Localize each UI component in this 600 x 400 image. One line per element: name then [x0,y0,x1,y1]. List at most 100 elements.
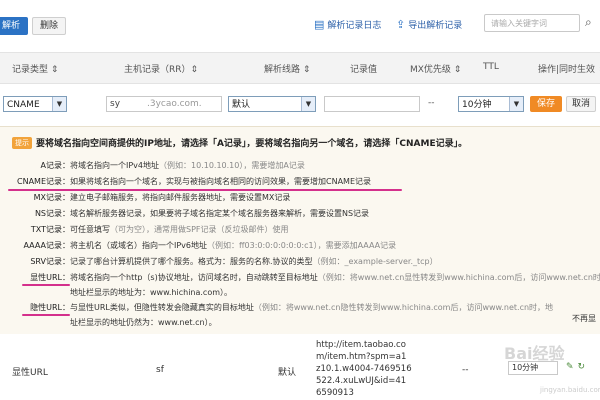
help-label: NS记录： [34,209,70,218]
highlight-underline [22,314,70,316]
row-value-line: z10.1.w4004-7469516 [316,364,412,374]
help-text: 记录了哪台计算机提供了哪个服务。格式为：服务的名称.协议的类型（例如：_exam… [70,256,438,267]
help-text: 地址栏显示的地址为：www.hichina.com）。 [70,288,233,297]
col-host[interactable]: 主机记录（RR）⇕ [124,62,198,75]
help-title: 要将域名指向空间商提供的IP地址，请选择「A记录」，要将域名指向另一个域名，请选… [36,139,468,149]
row-value-line: http://item.taobao.co [316,340,406,350]
help-desc: 将主机名（或域名）指向一个IPv6地址 [70,241,208,250]
help-line-explicit-url: 显性URL： 将域名指向一个http（s)协议地址，访问域名时，自动跳转至目标地… [0,272,600,284]
help-example: （例如：10.10.10.10），需要增加A记录 [159,161,305,170]
row-value: http://item.taobao.co m/item.htm?spm=a1 … [316,339,412,399]
help-example: （例如：ff03:0:0:0:0:0:0:c1），需要添加AAAA记录 [207,241,397,250]
save-button[interactable]: 保存 [530,96,563,112]
search-icon[interactable]: ⌕ [585,15,592,30]
row-host: sf [156,365,164,375]
export-link-label: 导出解析记录 [408,21,463,31]
row-ttl-value: 10分钟 [512,363,539,372]
help-line-implicit-url-cont: 址栏显示的地址仍然为：www.net.cn）。 [0,317,600,329]
help-desc: 可任意填写 [70,225,110,234]
help-example: （可为空），通常用做SPF记录（反垃圾邮件）使用 [110,225,289,234]
ttl-select[interactable]: 10分钟 ▼ [458,96,524,112]
help-line-explicit-url-cont: 地址栏显示的地址为：www.hichina.com）。 [0,287,600,299]
help-line-srv: SRV记录： 记录了哪台计算机提供了哪个服务。格式为：服务的名称.协议的类型（例… [0,256,600,268]
help-text: 将域名指向一个IPv4地址（例如：10.10.10.10），需要增加A记录 [70,160,305,171]
help-example: （例如：_example-server._tcp） [312,257,438,266]
col-actions[interactable]: 操作|同时生效 ⇕ [538,62,600,75]
help-example: （例如：将www.net.cn隐性转发到www.hichina.com后，访问w… [253,303,554,312]
record-type-value: CNAME [7,100,40,110]
help-text: 址栏显示的地址仍然为：www.net.cn）。 [70,318,217,327]
cancel-button[interactable]: 取消 [566,96,597,112]
help-desc: 建立电子邮箱服务，将指向邮件服务器地址，需要设置MX记录 [70,193,291,202]
help-desc: 将域名指向一个http（s)协议地址，访问域名时，自动跳转至目标地址 [70,273,318,282]
help-desc: 域名解析服务器记录，如果要将子域名指定某个域名服务器来解析，需要设置NS记录 [70,209,370,218]
log-link-label: 解析记录日志 [327,21,382,31]
help-label: SRV记录： [30,257,70,266]
help-text: 建立电子邮箱服务，将指向邮件服务器地址，需要设置MX记录 [70,192,290,203]
delete-button[interactable]: 删除 [32,17,67,35]
record-value-input[interactable] [324,96,420,112]
help-desc: 将域名指向一个IPv4地址 [70,161,160,170]
row-type: 显性URL [12,368,48,378]
export-icon: ⇪ [396,18,406,31]
chevron-down-icon: ▼ [301,97,315,111]
help-desc: 与显性URL类似，但隐性转发会隐藏真实的目标地址 [70,303,254,312]
help-label: A记录： [40,161,70,170]
search-input[interactable]: 请输入关键字词 [484,14,580,32]
row-actions: ✎ ↻ [566,362,585,372]
help-label: 显性URL： [30,273,70,282]
host-value: sy [110,99,121,109]
col-line[interactable]: 解析线路 ⇕ [264,62,310,75]
help-label: 隐性URL： [30,303,70,312]
help-label: MX记录： [33,193,70,202]
row-value-line: 6590913 [316,388,354,398]
help-label: AAAA记录： [23,241,70,250]
toolbar: 解析 删除 ▤ 解析记录日志 ⇪ 导出解析记录 请输入关键字词 ⌕ [0,0,600,46]
help-text: 可任意填写（可为空），通常用做SPF记录（反垃圾邮件）使用 [70,224,289,235]
help-desc: 记录了哪台计算机提供了哪个服务。格式为：服务的名称.协议的类型 [70,257,313,266]
col-ttl: TTL [483,62,499,72]
add-parse-button[interactable]: 解析 [0,17,29,35]
help-panel: 提示 要将域名指向空间商提供的IP地址，请选择「A记录」，要将域名指向另一个域名… [0,126,600,336]
help-line-a: A记录： 将域名指向一个IPv4地址（例如：10.10.10.10），需要增加A… [0,160,600,172]
help-text: 将主机名（或域名）指向一个IPv6地址（例如：ff03:0:0:0:0:0:0:… [70,240,396,251]
host-input[interactable]: sy .3ycao.com. [106,96,222,112]
row-line: 默认 [278,368,297,378]
help-desc: 如果将域名指向一个域名，实现与被指向域名相同的访问效果，需要增加CNAME记录 [70,177,371,186]
domain-suffix: .3ycao.com. [147,99,202,109]
row-value-line: m/item.htm?spm=a1 [316,352,407,362]
help-line-aaaa: AAAA记录： 将主机名（或域名）指向一个IPv6地址（例如：ff03:0:0:… [0,240,600,252]
row-mx: -- [462,365,469,375]
watermark-logo: Bai经验 [504,344,565,363]
help-text: 域名解析服务器记录，如果要将子域名指定某个域名服务器来解析，需要设置NS记录 [70,208,369,219]
col-value: 记录值 [350,65,378,75]
chevron-down-icon: ▼ [509,97,523,111]
help-label: CNAME记录： [17,177,70,186]
export-link[interactable]: ⇪ 导出解析记录 [396,18,462,31]
help-text: 如果将域名指向一个域名，实现与被指向域名相同的访问效果，需要增加CNAME记录 [70,176,371,187]
help-text: 将域名指向一个http（s)协议地址，访问域名时，自动跳转至目标地址（例如：将w… [70,272,600,283]
highlight-underline [8,189,402,191]
col-record-type[interactable]: 记录类型 ⇕ [12,62,58,75]
line-select[interactable]: 默认 ▼ [228,96,316,112]
help-line-txt: TXT记录： 可任意填写（可为空），通常用做SPF记录（反垃圾邮件）使用 [0,224,600,236]
tip-badge: 提示 [12,137,32,149]
help-label: TXT记录： [30,225,70,234]
record-type-select[interactable]: CNAME ▼ [3,96,67,112]
col-mx[interactable]: MX优先级 ⇕ [410,62,461,75]
log-icon: ▤ [314,18,325,31]
row-value-line: 522.4.xuLwUJ&id=41 [316,376,407,386]
help-line-implicit-url: 隐性URL： 与显性URL类似，但隐性转发会隐藏真实的目标地址（例如：将www.… [0,302,600,314]
help-line-cname: CNAME记录： 如果将域名指向一个域名，实现与被指向域名相同的访问效果，需要增… [0,176,600,188]
refresh-icon[interactable]: ↻ [578,362,586,372]
chevron-down-icon: ▼ [52,97,66,111]
edit-icon[interactable]: ✎ [566,362,574,372]
help-line-mx: MX记录： 建立电子邮箱服务，将指向邮件服务器地址，需要设置MX记录 [0,192,600,204]
log-link[interactable]: ▤ 解析记录日志 [314,18,381,31]
highlight-underline [22,284,70,286]
ttl-value: 10分钟 [462,100,492,110]
line-value: 默认 [232,100,251,110]
table-header: 记录类型 ⇕ 主机记录（RR）⇕ 解析线路 ⇕ 记录值 MX优先级 ⇕ TTL … [0,52,600,84]
watermark-url: jingyan.baidu.com [540,386,600,394]
no-show-link[interactable]: 不再显 [572,313,596,324]
